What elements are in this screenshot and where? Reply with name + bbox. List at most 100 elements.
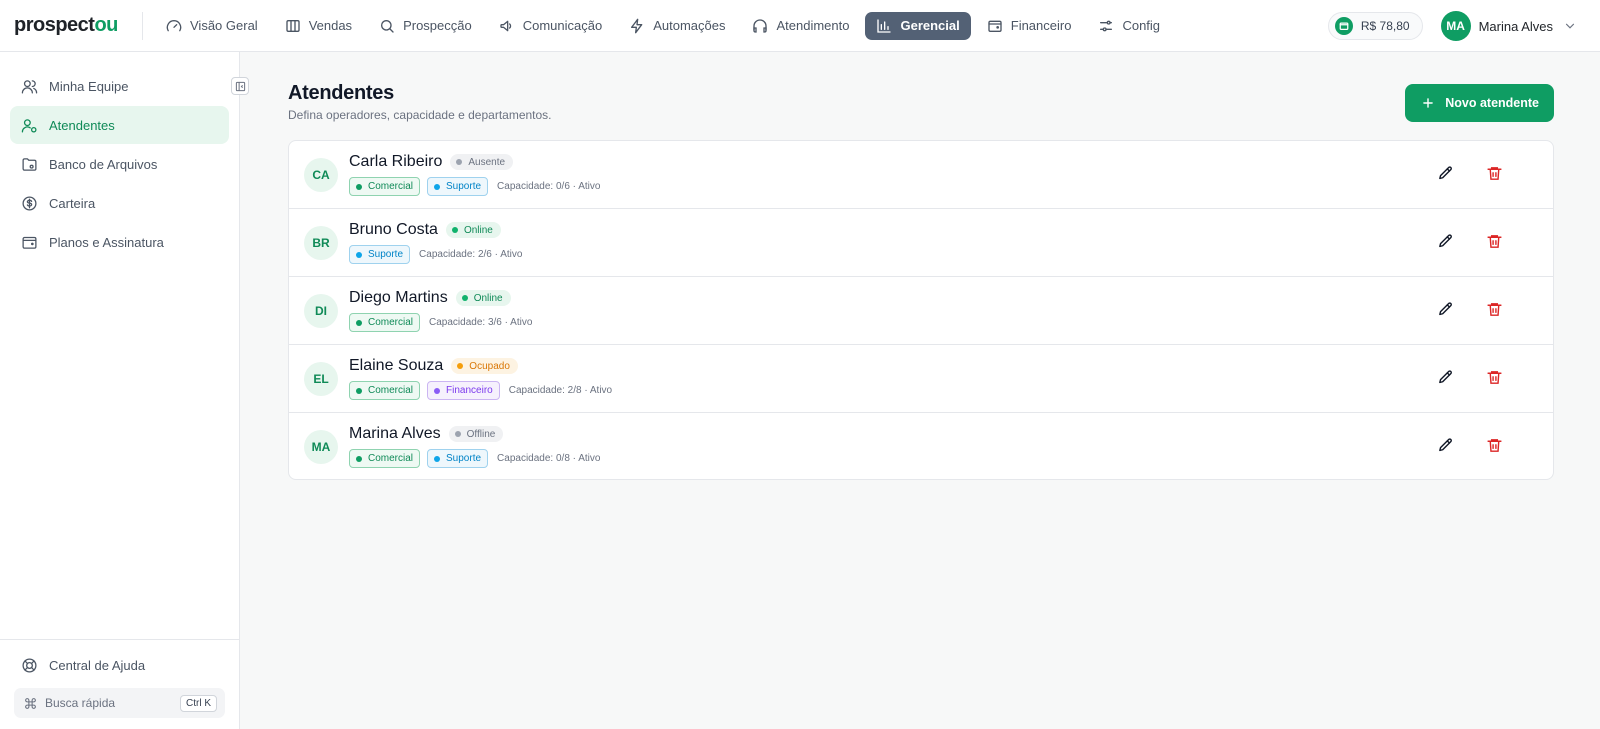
capacity-text: Capacidade: 0/8 · Ativo	[497, 453, 601, 464]
edit-icon[interactable]	[1437, 165, 1454, 182]
department-label: Financeiro	[446, 385, 493, 396]
attendant-name: Bruno Costa	[349, 221, 438, 238]
nav-item-label: Automações	[653, 18, 726, 33]
nav-item-vendas[interactable]: Vendas	[274, 12, 363, 40]
nav-item-automacoes[interactable]: Automações	[618, 12, 736, 40]
trash-icon[interactable]	[1486, 233, 1503, 250]
nav-item-prospeccao[interactable]: Prospecção	[368, 12, 483, 40]
avatar: MA	[1440, 11, 1471, 41]
chevron-down-icon	[1563, 19, 1577, 33]
quick-search[interactable]: Busca rápida Ctrl K	[14, 688, 225, 718]
status-badge: Ocupado	[451, 358, 518, 374]
attendant-name: Carla Ribeiro	[349, 153, 443, 170]
nav-item-visao-geral[interactable]: Visão Geral	[155, 12, 269, 40]
department-label: Suporte	[446, 181, 482, 192]
department-tag: Suporte	[427, 177, 489, 196]
plus-icon	[1421, 96, 1445, 110]
table-row: EL Elaine Souza Ocupado Comercial Financ…	[289, 345, 1553, 413]
tag-dot	[356, 319, 362, 326]
sidebar-item-minha-equipe[interactable]: Minha Equipe	[10, 67, 229, 105]
sidebar-item-label: Carteira	[49, 195, 96, 211]
sidebar-list: Minha Equipe Atendentes Banco de Arquivo…	[0, 52, 239, 261]
attendant-name: Diego Martins	[349, 289, 448, 306]
command-icon	[24, 697, 45, 710]
nav-item-config[interactable]: Config	[1087, 12, 1171, 40]
status-dot	[461, 295, 468, 301]
department-tag: Comercial	[349, 177, 421, 196]
edit-icon[interactable]	[1437, 301, 1454, 318]
logo-accent-text: ou	[94, 14, 118, 36]
avatar: BR	[304, 226, 338, 260]
tag-dot	[434, 183, 441, 190]
trash-icon[interactable]	[1486, 369, 1503, 386]
lightning-icon	[629, 18, 653, 34]
help-center-link[interactable]: Central de Ajuda	[10, 646, 229, 684]
logo-text: prospect	[14, 14, 95, 36]
users-icon	[21, 78, 49, 95]
status-dot	[456, 159, 463, 165]
balance-badge[interactable]: R$ 78,80	[1327, 12, 1423, 40]
nav-item-label: Gerencial	[900, 18, 960, 33]
department-label: Suporte	[446, 453, 482, 464]
edit-icon[interactable]	[1437, 437, 1454, 454]
edit-icon[interactable]	[1437, 369, 1454, 386]
sidebar-item-label: Planos e Assinatura	[49, 234, 164, 250]
top-divider	[142, 11, 143, 40]
attendants-list: CA Carla Ribeiro Ausente Comercial Supor…	[288, 140, 1554, 480]
wallet-icon	[1334, 17, 1353, 35]
table-row: DI Diego Martins Online Comercial Capaci…	[289, 277, 1553, 345]
status-label: Offline	[466, 428, 496, 440]
page-title: Atendentes	[288, 82, 394, 104]
nav-item-atendimento[interactable]: Atendimento	[741, 12, 860, 40]
nav-item-label: Config	[1122, 18, 1161, 33]
department-tag: Comercial	[349, 449, 421, 468]
main-nav: Visão Geral Vendas Prospecção Comunicaçã…	[155, 0, 1176, 52]
nav-item-gerencial[interactable]: Gerencial	[865, 11, 971, 40]
sidebar-item-planos-e-assinatura[interactable]: Planos e Assinatura	[10, 223, 229, 261]
attendant-name: Elaine Souza	[349, 357, 444, 374]
nav-item-comunicacao[interactable]: Comunicação	[488, 12, 614, 40]
status-badge: Ausente	[450, 154, 514, 170]
nav-item-financeiro[interactable]: Financeiro	[976, 12, 1083, 40]
nav-item-label: Visão Geral	[190, 18, 258, 33]
avatar: DI	[304, 294, 338, 328]
department-label: Comercial	[368, 317, 414, 328]
folder-icon	[21, 156, 49, 173]
nav-item-label: Prospecção	[403, 18, 472, 33]
new-attendant-button[interactable]: Novo atendente	[1405, 84, 1554, 122]
status-badge: Online	[445, 222, 501, 238]
building-icon	[285, 18, 309, 34]
nav-item-label: Financeiro	[1010, 18, 1072, 33]
user-name: Marina Alves	[1478, 18, 1553, 34]
edit-icon[interactable]	[1437, 233, 1454, 250]
user-cog-icon	[21, 117, 49, 134]
table-row: BR Bruno Costa Online Suporte Capacidade…	[289, 209, 1553, 277]
sidebar-item-carteira[interactable]: Carteira	[10, 184, 229, 222]
sidebar: Minha Equipe Atendentes Banco de Arquivo…	[0, 52, 240, 729]
sidebar-item-label: Atendentes	[49, 117, 115, 133]
trash-icon[interactable]	[1486, 437, 1503, 454]
sidebar-item-banco-de-arquivos[interactable]: Banco de Arquivos	[10, 145, 229, 183]
sidebar-item-atendentes[interactable]: Atendentes	[10, 106, 229, 144]
new-attendant-label: Novo atendente	[1445, 96, 1539, 110]
wallet-icon	[21, 234, 49, 251]
department-label: Comercial	[368, 385, 414, 396]
tag-dot	[356, 251, 362, 258]
table-row: CA Carla Ribeiro Ausente Comercial Supor…	[289, 141, 1553, 209]
status-label: Ausente	[468, 156, 506, 168]
search-icon	[379, 18, 403, 34]
sidebar-item-label: Minha Equipe	[49, 78, 129, 94]
user-menu[interactable]: MA Marina Alves	[1440, 11, 1577, 41]
status-label: Ocupado	[469, 360, 510, 372]
status-label: Online	[463, 224, 493, 236]
department-tag: Financeiro	[427, 381, 500, 400]
logo[interactable]: prospectou	[14, 14, 127, 37]
trash-icon[interactable]	[1486, 165, 1503, 182]
attendant-name: Marina Alves	[349, 425, 441, 442]
status-dot	[454, 431, 461, 437]
department-tag: Comercial	[349, 313, 421, 332]
nav-item-label: Atendimento	[776, 18, 850, 33]
lifebuoy-icon	[21, 657, 49, 674]
trash-icon[interactable]	[1486, 301, 1503, 318]
tag-dot	[434, 455, 441, 462]
